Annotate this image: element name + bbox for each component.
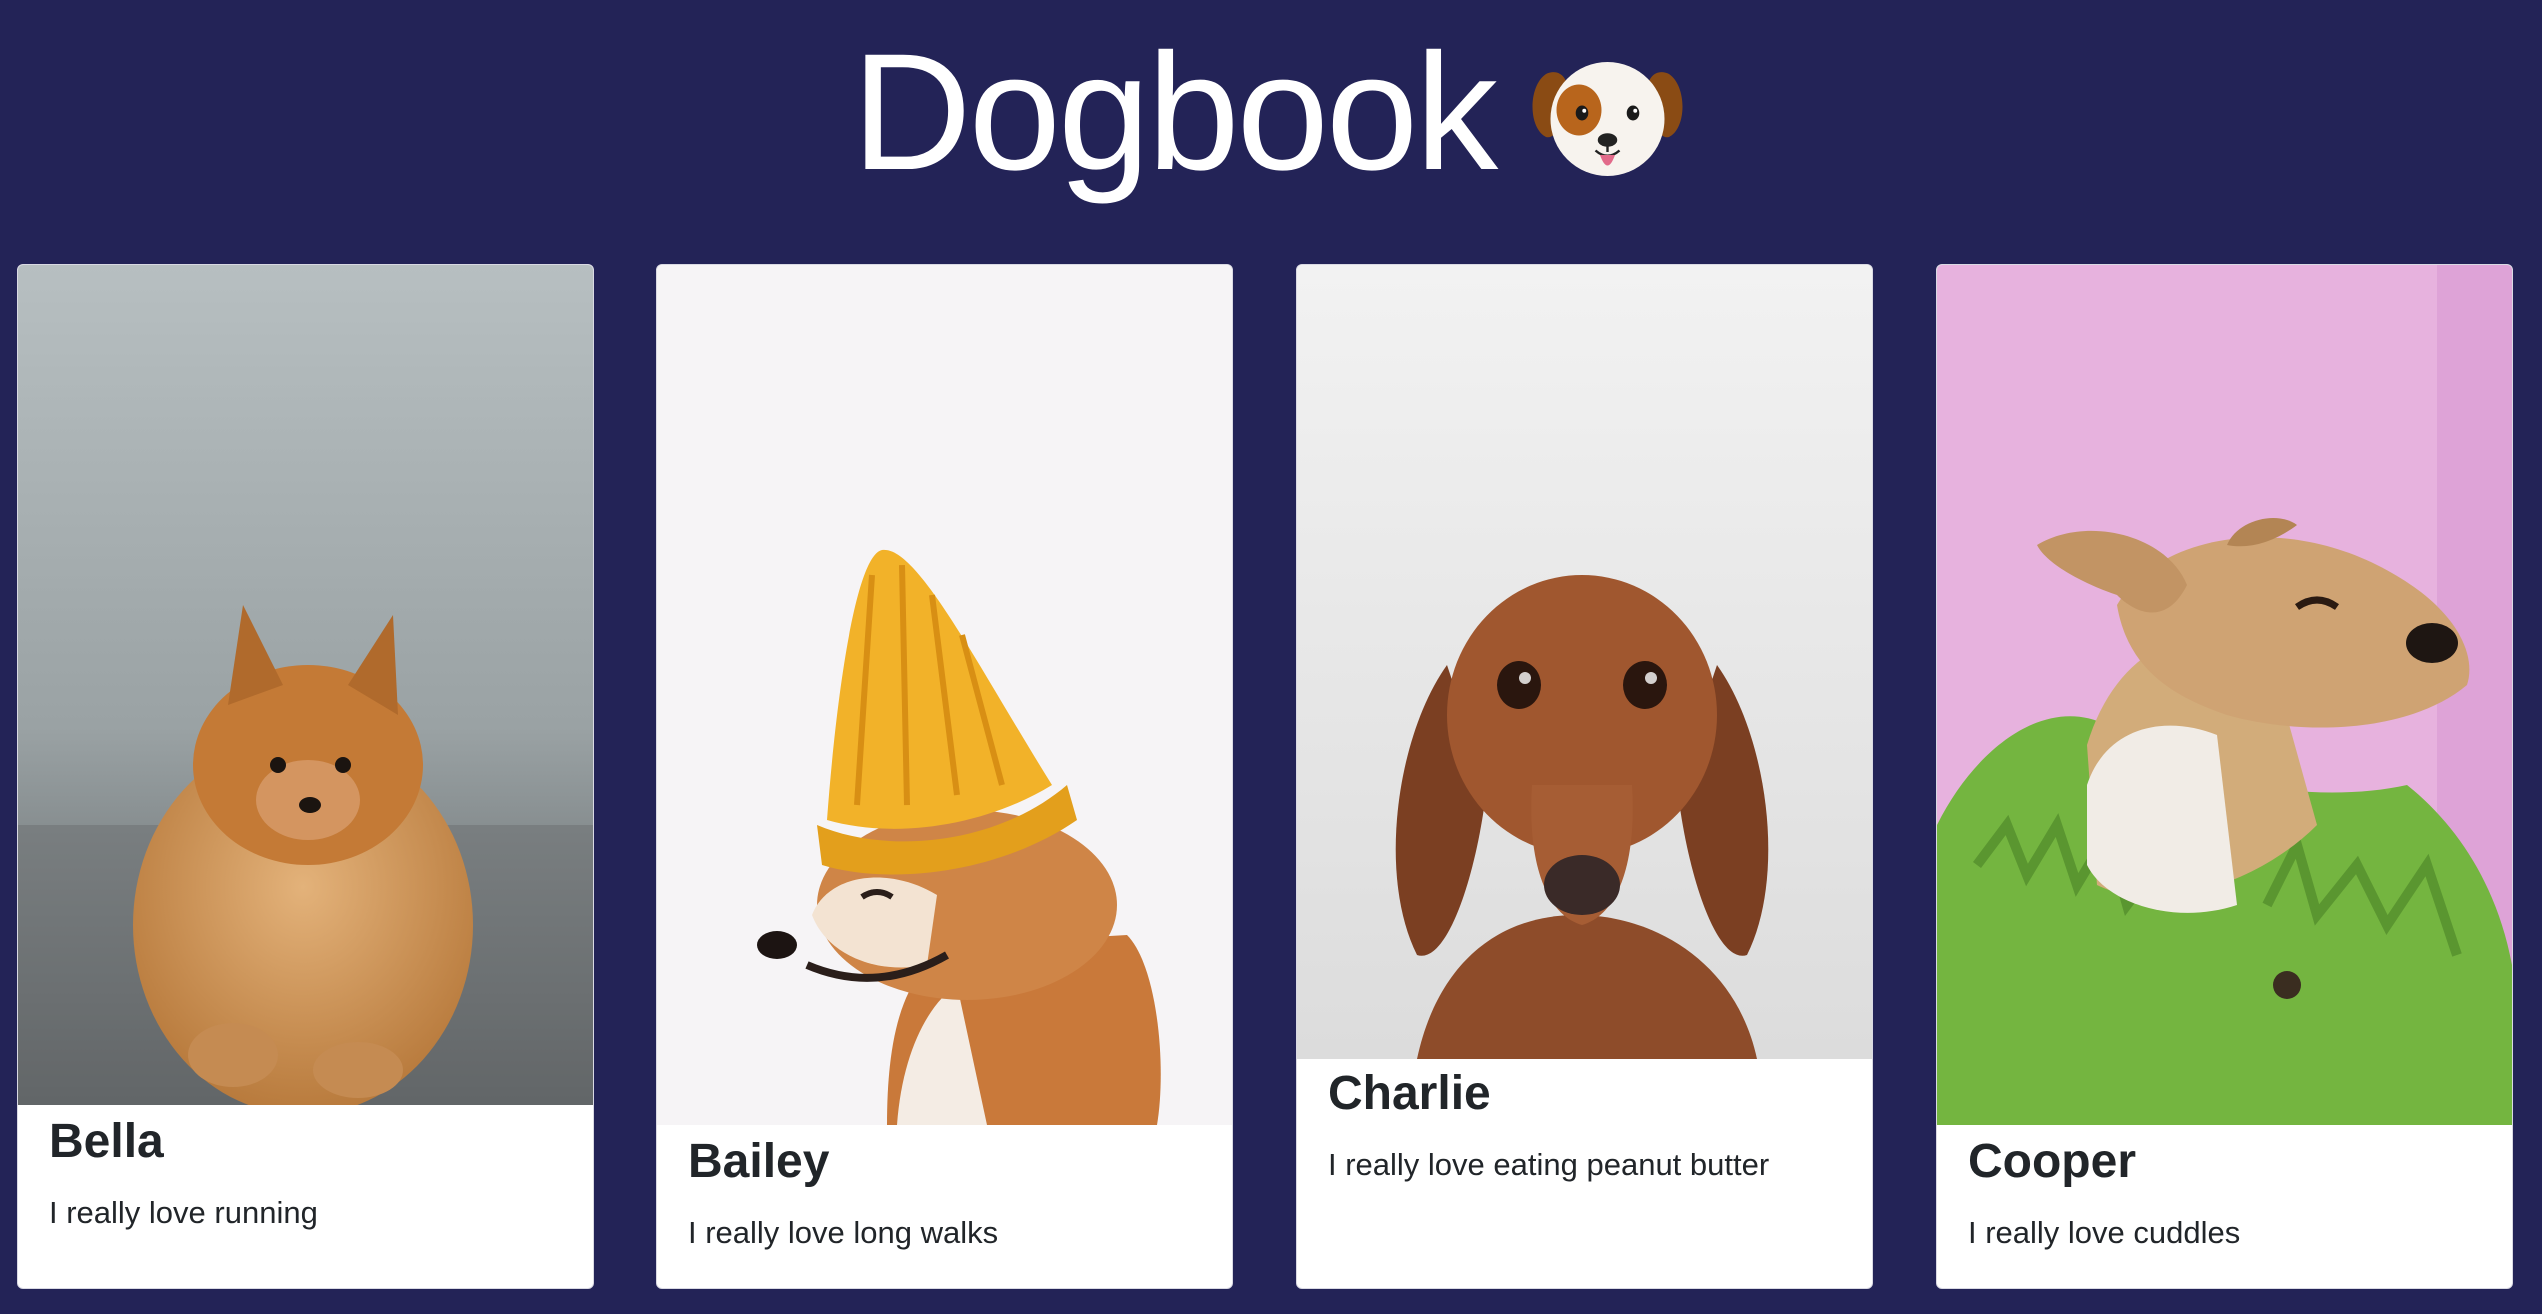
- dog-photo-bella: [18, 265, 593, 1105]
- dog-name: Bella: [49, 1115, 164, 1168]
- dog-card-bella[interactable]: Bella I really love running: [17, 264, 594, 1289]
- dog-photo-charlie: [1297, 265, 1872, 1059]
- dogbook-page: Dogbook Bella I really love running Bail…: [0, 0, 2542, 1314]
- dog-photo-bailey: [657, 265, 1232, 1125]
- page-title: Dogbook: [851, 20, 1498, 205]
- page-header: Dogbook: [0, 18, 2542, 208]
- dog-face-icon: [1532, 62, 1683, 176]
- dog-description: I really love long walks: [688, 1214, 999, 1250]
- dog-card-charlie[interactable]: Charlie I really love eating peanut butt…: [1296, 264, 1873, 1289]
- dog-description: I really love running: [49, 1194, 318, 1230]
- dog-name: Bailey: [688, 1135, 830, 1188]
- dog-card-cooper[interactable]: Cooper I really love cuddles: [1936, 264, 2513, 1289]
- dog-description: I really love cuddles: [1968, 1214, 2241, 1250]
- dog-name: Cooper: [1968, 1135, 2136, 1188]
- dog-card-bailey[interactable]: Bailey I really love long walks: [656, 264, 1233, 1289]
- dog-name: Charlie: [1328, 1067, 1491, 1120]
- dog-description: I really love eating peanut butter: [1328, 1146, 1770, 1182]
- dog-photo-cooper: [1937, 265, 2512, 1125]
